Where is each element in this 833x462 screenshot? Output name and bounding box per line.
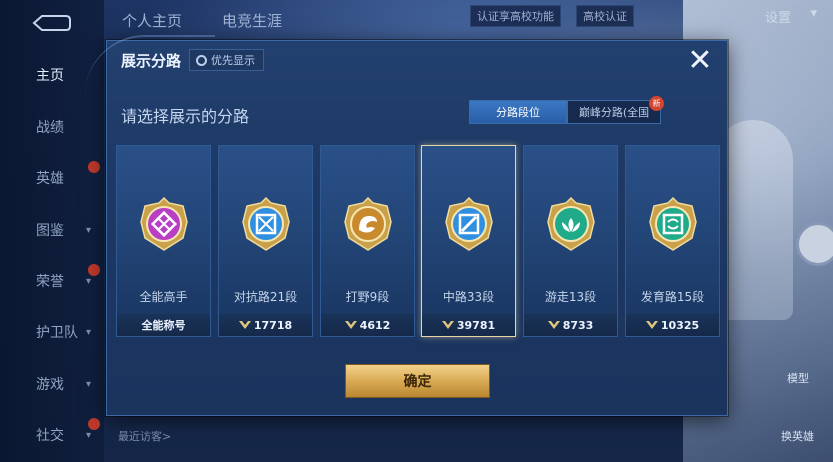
- lane-card[interactable]: 中路33段 39781: [421, 145, 516, 337]
- sidebar-item-label: 荣誉: [36, 274, 64, 290]
- chevron-down-icon[interactable]: ▾: [810, 6, 817, 21]
- swap-hero-button[interactable]: 换英雄: [781, 428, 814, 444]
- points-chevron-icon: [547, 321, 560, 329]
- tab-peak-lane[interactable]: 巅峰分路(全国 新: [567, 96, 664, 124]
- tab-esports-career[interactable]: 电竞生涯: [222, 10, 282, 31]
- new-dot-icon: [88, 264, 100, 276]
- sidebar-item[interactable]: 荣誉 ▾: [0, 264, 104, 296]
- sidebar-item-label: 战绩: [36, 120, 64, 136]
- lane-card[interactable]: 全能高手 全能称号: [116, 145, 211, 337]
- lane-card-footer: 4612: [321, 314, 414, 336]
- points-chevron-icon: [344, 321, 357, 329]
- lane-card[interactable]: 游走13段 8733: [523, 145, 618, 337]
- lane-badge-icon: [242, 196, 290, 251]
- sidebar-item[interactable]: 护卫队 ▾: [0, 317, 104, 347]
- lane-card[interactable]: 发育路15段 10325: [625, 145, 720, 337]
- lane-card-footer: 39781: [422, 314, 515, 336]
- campus-label: 高校认证: [583, 10, 627, 23]
- lane-card-points: 4612: [359, 318, 391, 332]
- lane-badge-icon: [445, 196, 493, 251]
- lane-display-dialog: 展示分路 优先显示 ✕ 请选择展示的分路 分路段位 巅峰分路(全国 新 全能高手…: [85, 35, 728, 416]
- chevron-down-icon: ▾: [86, 378, 92, 390]
- lane-card-title: 全能称号: [141, 319, 186, 332]
- lane-card[interactable]: 打野9段 4612: [320, 145, 415, 337]
- lane-card[interactable]: 对抗路21段 17718: [218, 145, 313, 337]
- top-bar: 个人主页 电竞生涯 认证享高校功能 高校认证 设置 ▾: [104, 0, 833, 34]
- tab-lane-rank[interactable]: 分路段位: [469, 100, 567, 124]
- rotate-model-button[interactable]: [796, 222, 833, 266]
- sidebar-item-label: 社交: [36, 428, 64, 444]
- lane-badge-icon: [140, 196, 188, 251]
- lane-badge-icon: [547, 196, 595, 251]
- lane-card-name: 打野9段: [345, 290, 390, 304]
- sidebar-item-label: 游戏: [36, 377, 64, 393]
- lane-card-points: 10325: [660, 318, 700, 332]
- points-chevron-icon: [238, 321, 251, 329]
- new-dot-icon: [88, 161, 100, 173]
- lane-badge-icon: [344, 196, 392, 251]
- dialog-header: 展示分路 优先显示: [89, 41, 389, 79]
- chevron-down-icon: ▾: [86, 275, 92, 287]
- sidebar-item-label: 主页: [36, 68, 64, 84]
- dialog-subtitle: 请选择展示的分路: [121, 107, 250, 126]
- lane-card-footer: 全能称号: [117, 314, 210, 336]
- points-chevron-icon: [441, 321, 454, 329]
- sidebar-item[interactable]: 社交 ▾: [0, 418, 104, 450]
- model-button[interactable]: 模型: [787, 370, 809, 386]
- tab-personal-home[interactable]: 个人主页: [122, 10, 182, 31]
- sidebar-item[interactable]: 游戏 ▾: [0, 369, 104, 399]
- lane-card-footer: 10325: [626, 314, 719, 336]
- close-icon[interactable]: ✕: [685, 46, 715, 76]
- sidebar-item-label: 护卫队: [36, 325, 78, 341]
- lane-card-points: 39781: [456, 318, 496, 332]
- points-chevron-icon: [645, 321, 658, 329]
- lane-card-footer: 8733: [524, 314, 617, 336]
- lane-card-points: 17718: [253, 318, 293, 332]
- lane-badge-icon: [649, 196, 697, 251]
- dialog-title: 展示分路: [121, 51, 182, 70]
- gear-icon: [196, 54, 208, 66]
- settings-button[interactable]: 设置: [765, 7, 791, 26]
- chevron-down-icon: ▾: [86, 326, 92, 338]
- back-arrow-icon[interactable]: [28, 12, 72, 34]
- confirm-button[interactable]: 确定: [345, 364, 490, 398]
- lane-card-name: 发育路15段: [640, 290, 705, 304]
- lane-card-name: 全能高手: [139, 290, 188, 304]
- lane-card-points: 8733: [562, 318, 594, 332]
- recent-visitors-link[interactable]: 最近访客>: [118, 428, 171, 444]
- sidebar-item[interactable]: 图鉴 ▾: [0, 215, 104, 245]
- tab-peak-lane-label: 巅峰分路(全国: [578, 106, 650, 119]
- sidebar-item-label: 图鉴: [36, 223, 64, 239]
- priority-label: 优先显示: [211, 54, 256, 67]
- priority-display-button[interactable]: 优先显示: [189, 49, 265, 71]
- lane-card-footer: 17718: [219, 314, 312, 336]
- campus-certify-button[interactable]: 高校认证: [576, 5, 634, 27]
- sidebar-item[interactable]: 英雄: [0, 161, 104, 193]
- new-dot-icon: [88, 418, 100, 430]
- sidebar-item[interactable]: 战绩: [0, 112, 104, 142]
- lane-card-name: 中路33段: [442, 290, 495, 304]
- chevron-down-icon: ▾: [86, 429, 92, 441]
- chevron-down-icon: ▾: [86, 224, 92, 236]
- sidebar-item-label: 英雄: [36, 171, 64, 187]
- new-badge: 新: [649, 96, 664, 111]
- certify-button[interactable]: 认证享高校功能: [470, 5, 561, 27]
- lane-card-name: 对抗路21段: [233, 290, 298, 304]
- lane-card-name: 游走13段: [544, 290, 597, 304]
- lane-mode-switch: 分路段位 巅峰分路(全国 新: [469, 96, 664, 124]
